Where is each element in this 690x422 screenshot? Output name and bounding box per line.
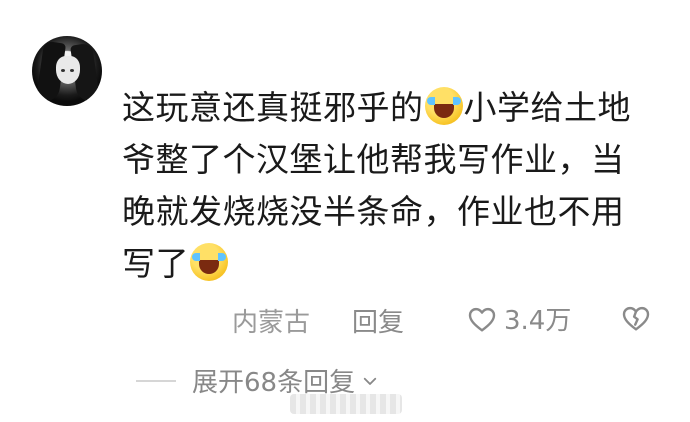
reply-button[interactable]: 回复: [352, 302, 404, 339]
dislike-button[interactable]: [620, 302, 652, 341]
comment-line1: 这玩意还真挺邪乎的: [122, 88, 424, 127]
divider-line: [136, 379, 176, 382]
chevron-down-icon: [363, 377, 377, 385]
comment-text: 这玩意还真挺邪乎的 小学给土地 爷整了个汉堡让他帮我写作业，当 晚就发烧烧没半条命…: [122, 82, 662, 290]
comment-line4: 写了: [122, 244, 189, 283]
comment-line1-rest: 小学给土地: [463, 88, 631, 127]
watermark: [290, 394, 402, 414]
avatar[interactable]: [32, 36, 102, 106]
comment-line3: 晚就发烧烧没半条命，作业也不用: [122, 192, 625, 231]
heart-icon: [468, 307, 496, 332]
avatar-eye-right: [70, 69, 74, 72]
comment-actions: 内蒙古 回复 3.4万: [0, 300, 690, 340]
like-button[interactable]: 3.4万: [466, 300, 571, 337]
avatar-eye-left: [61, 69, 65, 72]
like-count: 3.4万: [504, 306, 572, 336]
broken-heart-icon: [622, 306, 650, 331]
avatar-face: [56, 56, 80, 84]
comment-line2: 爷整了个汉堡让他帮我写作业，当: [122, 140, 625, 179]
laugh-cry-emoji-icon: [190, 243, 228, 281]
location-label: 内蒙古: [232, 308, 311, 338]
laugh-cry-emoji-icon: [424, 87, 463, 125]
